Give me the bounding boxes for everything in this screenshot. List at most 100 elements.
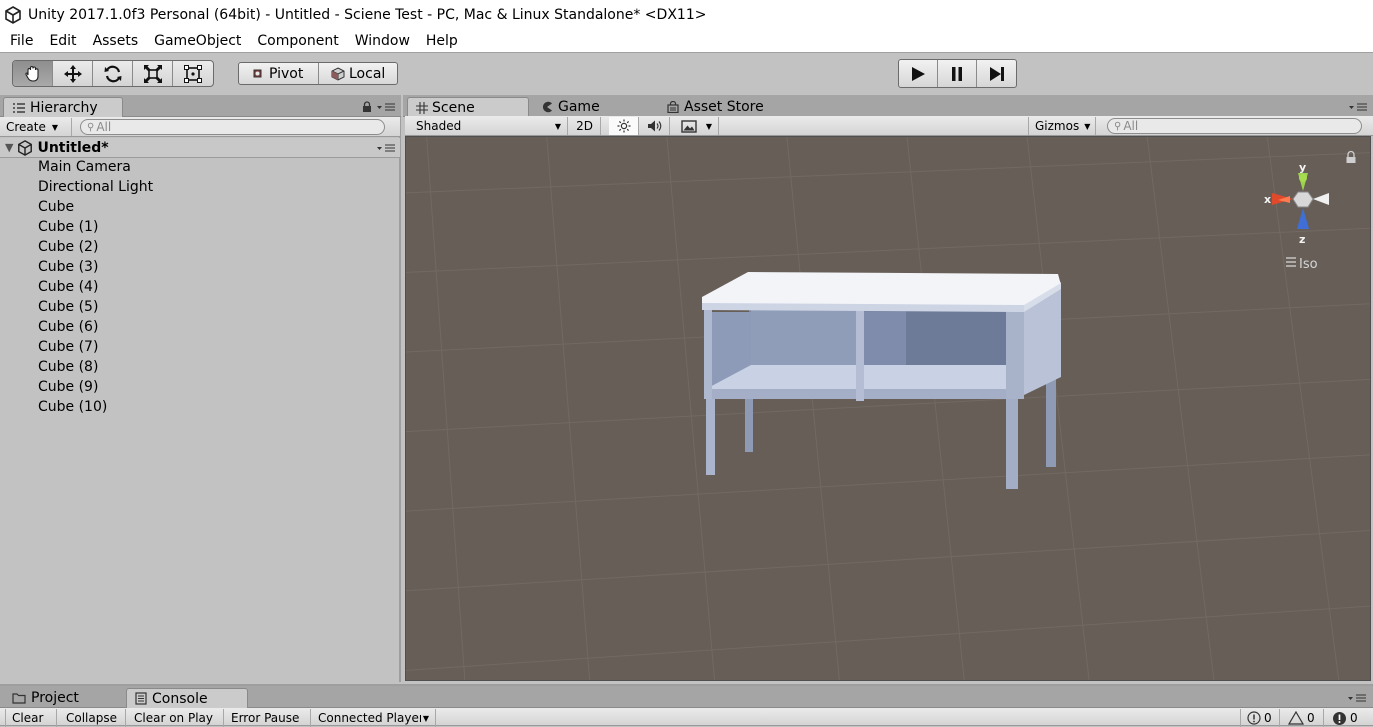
gizmo-z-cone xyxy=(1297,208,1309,229)
console-icon xyxy=(135,692,147,705)
error-count-toggle[interactable]: 0 xyxy=(1326,709,1370,727)
pivot-icon xyxy=(253,69,262,77)
warning-count-toggle[interactable]: 0 xyxy=(1282,709,1324,727)
create-dropdown[interactable]: Create ▼ xyxy=(0,118,72,136)
hierarchy-item[interactable]: Cube (6) xyxy=(0,317,400,337)
hierarchy-tabbar: Hierarchy xyxy=(0,95,401,117)
scale-tool-button[interactable] xyxy=(133,61,173,86)
gizmos-dropdown[interactable]: Gizmos ▼ xyxy=(1028,117,1096,135)
gizmos-label: Gizmos xyxy=(1035,119,1080,133)
rect-tool-button[interactable] xyxy=(173,61,213,86)
tab-scene-label: Scene xyxy=(432,99,475,116)
hierarchy-item[interactable]: Cube (4) xyxy=(0,277,400,297)
console-clear-button[interactable]: Clear xyxy=(5,709,57,727)
hierarchy-item[interactable]: Cube (2) xyxy=(0,237,400,257)
scene-panel-menu-icon[interactable] xyxy=(1348,102,1368,112)
scene-search-input[interactable]: ⚲ All xyxy=(1107,118,1362,134)
divider xyxy=(856,309,864,401)
tab-asset-store[interactable]: Asset Store xyxy=(659,97,809,117)
menu-edit[interactable]: Edit xyxy=(41,30,84,53)
rotate-tool-button[interactable] xyxy=(93,61,133,86)
projection-menu-icon[interactable] xyxy=(1286,257,1296,267)
play-button[interactable] xyxy=(899,60,938,87)
create-label: Create xyxy=(6,120,46,134)
menu-gameobject[interactable]: GameObject xyxy=(146,30,249,53)
pause-button[interactable] xyxy=(938,60,977,87)
hierarchy-item[interactable]: Cube (8) xyxy=(0,357,400,377)
hierarchy-item[interactable]: Cube (10) xyxy=(0,397,400,417)
pivot-button[interactable]: Pivot xyxy=(239,63,319,84)
tab-console-label: Console xyxy=(152,690,208,707)
hierarchy-item[interactable]: Cube (9) xyxy=(0,377,400,397)
hierarchy-item[interactable]: Main Camera xyxy=(0,157,400,177)
scene-root-row[interactable]: ▼ Untitled* xyxy=(0,138,400,158)
console-error-pause-button[interactable]: Error Pause xyxy=(225,709,311,727)
gizmo-y-label: y xyxy=(1299,161,1306,174)
console-clear-on-play-button[interactable]: Clear on Play xyxy=(128,709,224,727)
menu-component[interactable]: Component xyxy=(249,30,346,53)
back-right-leg xyxy=(1046,377,1056,467)
hierarchy-item[interactable]: Cube (7) xyxy=(0,337,400,357)
transform-tools xyxy=(12,60,214,87)
effects-dropdown[interactable]: ▼ xyxy=(675,117,719,135)
pacman-icon xyxy=(542,101,552,113)
pivot-label: Pivot xyxy=(269,65,304,82)
tab-game-label: Game xyxy=(558,99,600,115)
hand-tool-button[interactable] xyxy=(13,61,53,86)
gizmo-x-label: x xyxy=(1264,193,1271,206)
dropdown-arrow-icon: ▼ xyxy=(51,122,59,132)
list-icon xyxy=(13,102,25,113)
mode-2d-toggle[interactable]: 2D xyxy=(569,117,601,135)
scene-name: Untitled* xyxy=(37,139,109,156)
lighting-toggle[interactable] xyxy=(609,117,639,135)
lock-icon[interactable] xyxy=(362,101,372,113)
scene-menu-icon[interactable] xyxy=(376,143,396,153)
orientation-gizmo[interactable] xyxy=(1272,173,1329,229)
menu-window[interactable]: Window xyxy=(347,30,418,53)
warning-icon xyxy=(1288,711,1304,725)
hierarchy-item[interactable]: Cube (5) xyxy=(0,297,400,317)
hierarchy-item[interactable]: Cube xyxy=(0,197,400,217)
search-icon: ⚲ xyxy=(1114,120,1122,132)
tab-hierarchy[interactable]: Hierarchy xyxy=(3,97,123,117)
move-tool-button[interactable] xyxy=(53,61,93,86)
scene-viewport[interactable]: x y z Iso xyxy=(405,136,1371,681)
tab-asset-store-label: Asset Store xyxy=(684,99,764,115)
projection-label[interactable]: Iso xyxy=(1299,257,1318,272)
hierarchy-search-input[interactable]: ⚲ All xyxy=(80,119,385,135)
expand-arrow-icon[interactable]: ▼ xyxy=(5,141,13,154)
tab-project[interactable]: Project xyxy=(4,688,122,708)
tab-scene[interactable]: Scene xyxy=(407,97,529,117)
local-button[interactable]: Local xyxy=(319,63,397,84)
search-icon: ⚲ xyxy=(87,121,95,133)
connected-player-dropdown[interactable]: Connected Player ▼ xyxy=(312,709,436,727)
unity-scene-icon xyxy=(18,139,33,156)
shading-mode-dropdown[interactable]: Shaded ▼ xyxy=(410,117,568,135)
menu-file[interactable]: File xyxy=(2,30,41,53)
scene-grid xyxy=(406,137,1370,680)
audio-toggle[interactable] xyxy=(640,117,670,135)
console-collapse-label: Collapse xyxy=(66,711,117,725)
hierarchy-item[interactable]: Cube (1) xyxy=(0,217,400,237)
hierarchy-item[interactable]: Cube (3) xyxy=(0,257,400,277)
pause-icon xyxy=(952,66,962,81)
back-left-leg xyxy=(745,397,753,452)
console-panel-menu-icon[interactable] xyxy=(1347,693,1367,703)
panel-menu-icon[interactable] xyxy=(376,102,396,112)
hierarchy-item[interactable]: Directional Light xyxy=(0,177,400,197)
connected-player-label: Connected Player xyxy=(318,711,421,725)
local-label: Local xyxy=(349,65,386,82)
front-left-leg xyxy=(706,399,715,475)
menu-assets[interactable]: Assets xyxy=(85,30,147,53)
console-collapse-button[interactable]: Collapse xyxy=(60,709,126,727)
info-count-toggle[interactable]: 0 xyxy=(1240,709,1280,727)
window-title-bar: Unity 2017.1.0f3 Personal (64bit) - Unti… xyxy=(0,0,1373,30)
scene-render: x y z Iso xyxy=(406,137,1370,680)
menu-help[interactable]: Help xyxy=(418,30,466,53)
image-effects-icon xyxy=(681,119,697,133)
step-button[interactable] xyxy=(977,60,1016,87)
tab-console[interactable]: Console xyxy=(126,688,248,708)
grid-hash-icon xyxy=(416,101,428,114)
tab-game[interactable]: Game xyxy=(533,97,653,117)
scene-search-placeholder: All xyxy=(1123,119,1139,133)
